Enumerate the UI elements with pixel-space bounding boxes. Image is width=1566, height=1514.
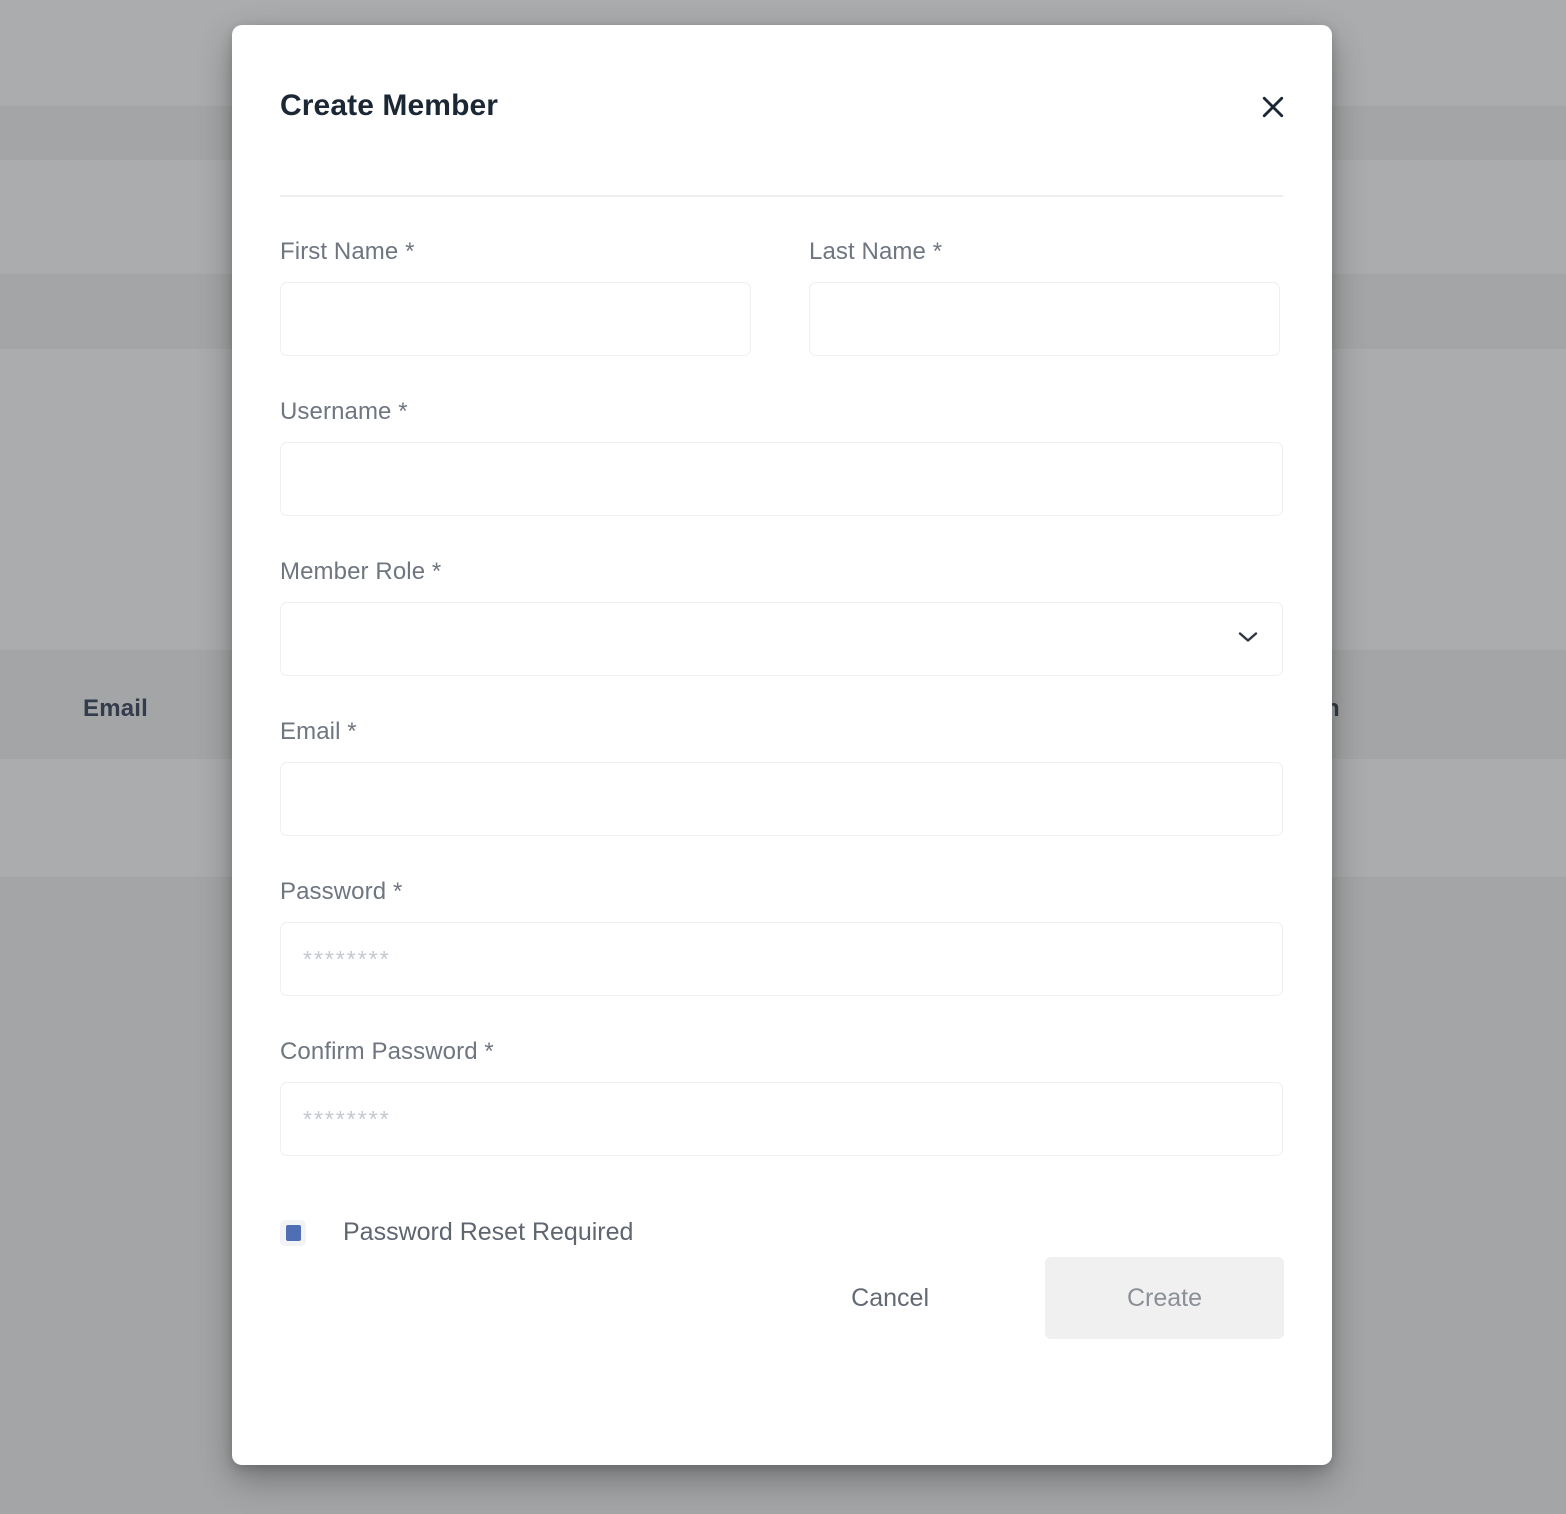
email-input[interactable] (280, 762, 1283, 836)
field-password: Password * (280, 880, 1283, 996)
close-button[interactable] (1249, 83, 1297, 131)
password-reset-required-row: Password Reset Required (280, 1218, 1284, 1247)
email-label: Email * (280, 718, 357, 745)
member-role-select-wrapper (280, 602, 1283, 676)
field-member-role: Member Role * (280, 560, 1283, 676)
name-field-row: First Name * Last Name * (280, 196, 1284, 356)
confirm-password-input[interactable] (280, 1082, 1283, 1156)
confirm-password-label: Confirm Password * (280, 1038, 494, 1065)
password-label: Password * (280, 878, 403, 905)
first-name-input[interactable] (280, 282, 751, 356)
field-username: Username * (280, 400, 1283, 516)
username-input[interactable] (280, 442, 1283, 516)
last-name-label: Last Name * (809, 238, 943, 265)
dialog-header: Create Member (232, 25, 1332, 197)
cancel-button[interactable]: Cancel (823, 1264, 957, 1333)
close-icon (1258, 92, 1288, 122)
dialog-title: Create Member (280, 89, 499, 122)
password-input[interactable] (280, 922, 1283, 996)
checkbox-checked-indicator (285, 1224, 301, 1241)
field-first-name: First Name * (280, 240, 751, 356)
first-name-label: First Name * (280, 238, 415, 265)
dialog-footer: Cancel Create (280, 1257, 1284, 1339)
field-last-name: Last Name * (809, 240, 1280, 356)
member-role-label: Member Role * (280, 558, 442, 585)
password-reset-required-label: Password Reset Required (343, 1218, 634, 1246)
dialog-body: First Name * Last Name * Username * Memb… (232, 196, 1332, 1465)
password-reset-required-checkbox[interactable] (280, 1219, 306, 1246)
field-email: Email * (280, 720, 1283, 836)
last-name-input[interactable] (809, 282, 1280, 356)
member-role-select[interactable] (280, 602, 1283, 676)
create-member-dialog: Create Member First Name * Last Name * U… (232, 25, 1332, 1465)
bg-column-header-email: Email (83, 695, 149, 722)
username-label: Username * (280, 398, 408, 425)
field-confirm-password: Confirm Password * (280, 1040, 1283, 1156)
create-button[interactable]: Create (1045, 1257, 1284, 1339)
